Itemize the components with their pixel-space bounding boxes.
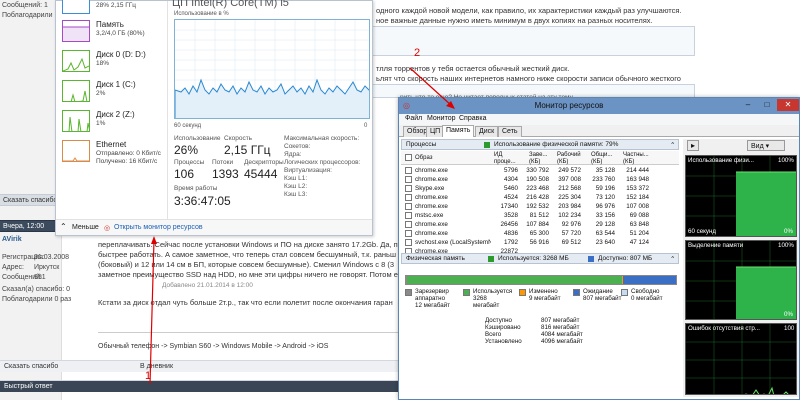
arrowhead-icon <box>151 236 157 244</box>
annotation-arrow-1 <box>149 239 155 385</box>
annotation-arrow-2 <box>409 67 453 107</box>
annotation-label-1: 1 <box>145 370 152 382</box>
annotation-label-2: 2 <box>414 47 421 59</box>
annotation-arrows <box>149 67 455 385</box>
